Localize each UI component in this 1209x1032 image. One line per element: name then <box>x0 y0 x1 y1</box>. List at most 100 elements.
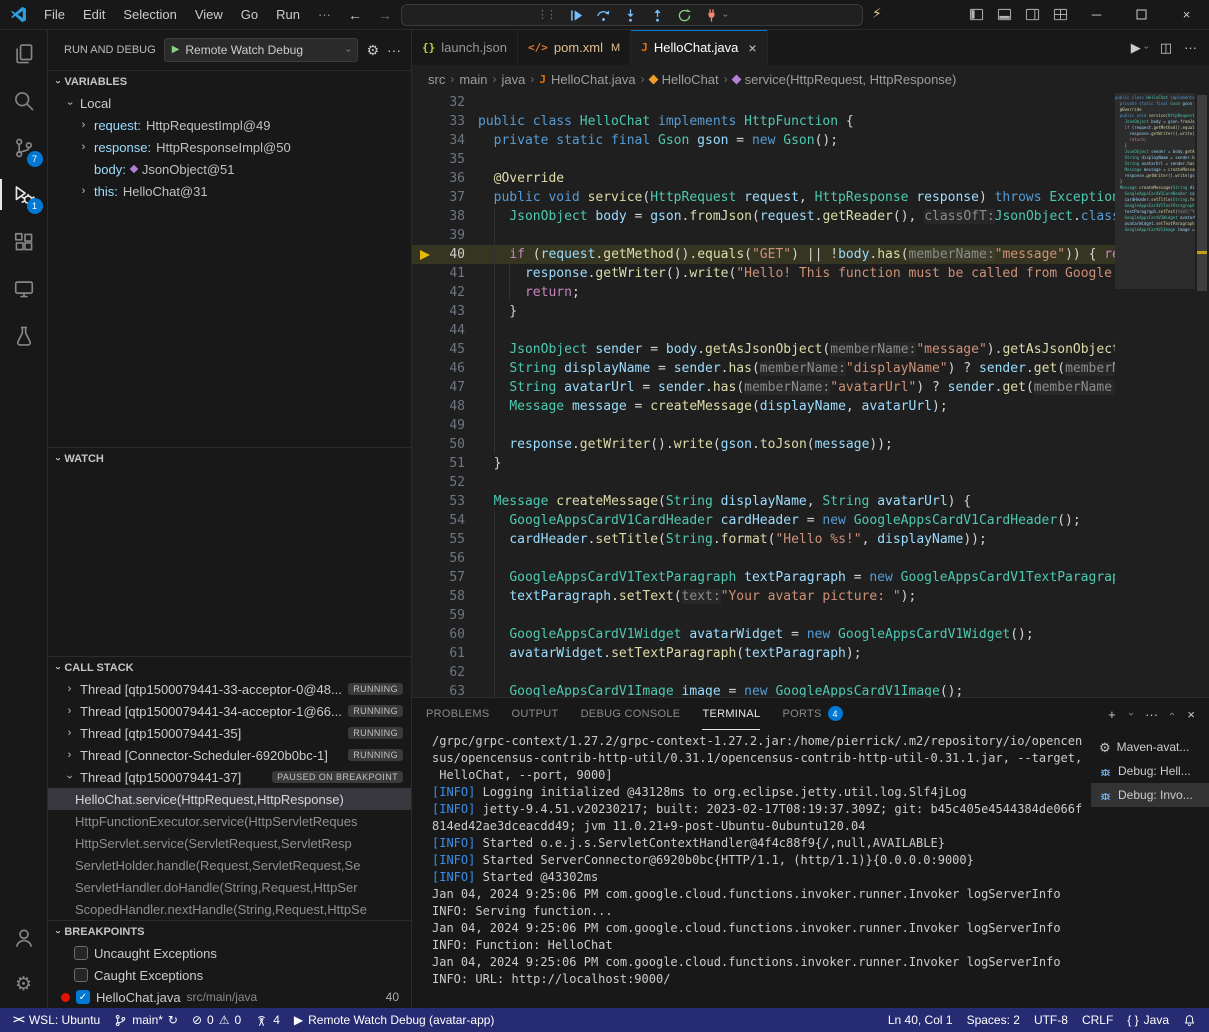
code-line-33[interactable]: 33public class HelloChat implements Http… <box>412 112 1115 131</box>
code-line-35[interactable]: 35 <box>412 150 1115 169</box>
launch-config-dropdown[interactable]: ▶ Remote Watch Debug › <box>164 38 359 62</box>
breadcrumb-item[interactable]: main <box>459 72 487 87</box>
gutter[interactable]: 32 <box>412 93 478 112</box>
views-more-actions-icon[interactable]: ··· <box>387 43 401 57</box>
close-tab-icon[interactable]: × <box>748 40 756 56</box>
activity-source-control[interactable]: 7 <box>0 124 48 171</box>
code-line-39[interactable]: 39 <box>412 226 1115 245</box>
toggle-primary-sidebar-button[interactable] <box>962 0 990 30</box>
code-area[interactable]: 3233public class HelloChat implements Ht… <box>412 93 1115 697</box>
code-line-48[interactable]: 48 Message message = createMessage(displ… <box>412 397 1115 416</box>
panel-more-actions-button[interactable]: ··· <box>1145 708 1158 721</box>
call-stack-thread[interactable]: ›Thread [qtp1500079441-34-acceptor-1@66.… <box>48 700 411 722</box>
debug-continue-button[interactable] <box>566 5 586 25</box>
gutter[interactable]: 45 <box>412 340 478 359</box>
close-panel-button[interactable]: × <box>1187 708 1195 721</box>
gutter[interactable]: 56 <box>412 549 478 568</box>
variable-row[interactable]: ›response:HttpResponseImpl@50 <box>48 136 411 158</box>
code-line-38[interactable]: 38 JsonObject body = gson.fromJson(reque… <box>412 207 1115 226</box>
eol[interactable]: CRLF <box>1075 1008 1120 1032</box>
debug-settings-gear-icon[interactable]: ⚙ <box>366 43 379 57</box>
breadcrumb-item[interactable]: java <box>502 72 526 87</box>
gutter[interactable]: 60 <box>412 625 478 644</box>
breakpoint-row[interactable]: Uncaught Exceptions <box>48 942 411 964</box>
git-branch[interactable]: main*↻ <box>107 1008 185 1032</box>
minimize-button[interactable]: ─ <box>1074 0 1119 30</box>
new-terminal-button[interactable]: + <box>1108 708 1116 721</box>
panel-tab-problems[interactable]: PROBLEMS <box>426 698 490 730</box>
code-line-59[interactable]: 59 <box>412 606 1115 625</box>
breakpoint-row[interactable]: Caught Exceptions <box>48 964 411 986</box>
nav-back-button[interactable]: ← <box>340 7 370 23</box>
start-debug-icon[interactable]: ▶ <box>172 45 180 55</box>
gutter[interactable]: 59 <box>412 606 478 625</box>
activity-settings[interactable]: ⚙ <box>0 961 48 1008</box>
code-line-36[interactable]: 36 @Override <box>412 169 1115 188</box>
tab-pom.xml[interactable]: </>pom.xmlM <box>518 30 631 65</box>
code-line-34[interactable]: 34 private static final Gson gson = new … <box>412 131 1115 150</box>
variable-row[interactable]: ›request:HttpRequestImpl@49 <box>48 114 411 136</box>
call-stack-section-header[interactable]: ›CALL STACK <box>48 656 411 678</box>
call-stack-thread[interactable]: ›Thread [qtp1500079441-35]RUNNING <box>48 722 411 744</box>
call-stack-frame[interactable]: HttpFunctionExecutor.service(HttpServlet… <box>48 810 411 832</box>
call-stack-thread[interactable]: ›Thread [Connector-Scheduler-6920b0bc-1]… <box>48 744 411 766</box>
hot-code-replace-button[interactable]: ⚡ <box>872 6 882 20</box>
maximize-panel-button[interactable]: › <box>1168 712 1178 715</box>
customize-layout-button[interactable] <box>1046 0 1074 30</box>
gutter[interactable]: 38 <box>412 207 478 226</box>
breadcrumb-item[interactable]: service(HttpRequest, HttpResponse) <box>733 72 957 87</box>
activity-run-debug[interactable]: 1 <box>0 171 48 218</box>
breakpoint-checkbox[interactable]: ✓ <box>76 990 90 1004</box>
panel-tab-ports[interactable]: PORTS4 <box>782 698 842 730</box>
minimap[interactable]: public class HelloChat implements HttpFu… <box>1115 93 1195 697</box>
gutter[interactable]: 44 <box>412 321 478 340</box>
debug-session[interactable]: ▶Remote Watch Debug (avatar-app) <box>287 1008 502 1032</box>
code-line-46[interactable]: 46 String displayName = sender.has(membe… <box>412 359 1115 378</box>
call-stack-thread[interactable]: ›Thread [qtp1500079441-37]PAUSED ON BREA… <box>48 766 411 788</box>
call-stack-frame[interactable]: HelloChat.service(HttpRequest,HttpRespon… <box>48 788 411 810</box>
toggle-panel-button[interactable] <box>990 0 1018 30</box>
gutter[interactable]: 53 <box>412 492 478 511</box>
code-line-42[interactable]: 42 return; <box>412 283 1115 302</box>
gutter[interactable]: 58 <box>412 587 478 606</box>
breakpoint-row[interactable]: ✓HelloChat.javasrc/main/java40 <box>48 986 411 1008</box>
activity-account[interactable] <box>0 914 48 961</box>
terminal-dropdown-icon[interactable]: › <box>1125 712 1135 715</box>
call-stack-thread[interactable]: ›Thread [qtp1500079441-33-acceptor-0@48.… <box>48 678 411 700</box>
code-line-32[interactable]: 32 <box>412 93 1115 112</box>
gutter[interactable]: 41 <box>412 264 478 283</box>
gutter[interactable]: 36 <box>412 169 478 188</box>
gutter[interactable]: 57 <box>412 568 478 587</box>
command-center[interactable]: ⋮⋮ › <box>401 4 863 26</box>
gutter[interactable]: 39 <box>412 226 478 245</box>
breadcrumb-item[interactable]: JHelloChat.java <box>539 72 635 87</box>
code-line-37[interactable]: 37 public void service(HttpRequest reque… <box>412 188 1115 207</box>
code-line-43[interactable]: 43 } <box>412 302 1115 321</box>
gutter[interactable]: 34 <box>412 131 478 150</box>
gutter[interactable]: 50 <box>412 435 478 454</box>
code-line-61[interactable]: 61 avatarWidget.setTextParagraph(textPar… <box>412 644 1115 663</box>
activity-explorer[interactable] <box>0 30 48 77</box>
code-line-54[interactable]: 54 GoogleAppsCardV1CardHeader cardHeader… <box>412 511 1115 530</box>
gutter[interactable]: 33 <box>412 112 478 131</box>
breakpoints-section-header[interactable]: ›BREAKPOINTS <box>48 920 411 942</box>
code-line-57[interactable]: 57 GoogleAppsCardV1TextParagraph textPar… <box>412 568 1115 587</box>
gutter[interactable]: 49 <box>412 416 478 435</box>
step-over-button[interactable] <box>593 5 613 25</box>
code-line-51[interactable]: 51 } <box>412 454 1115 473</box>
gutter[interactable]: 40 <box>412 245 478 264</box>
breakpoint-checkbox[interactable] <box>74 946 88 960</box>
close-window-button[interactable]: × <box>1164 0 1209 30</box>
code-editor[interactable]: 3233public class HelloChat implements Ht… <box>412 93 1209 697</box>
gutter[interactable]: 37 <box>412 188 478 207</box>
editor-scrollbar[interactable] <box>1195 93 1209 697</box>
indentation[interactable]: Spaces: 2 <box>960 1008 1027 1032</box>
gutter[interactable]: 48 <box>412 397 478 416</box>
encoding[interactable]: UTF-8 <box>1027 1008 1075 1032</box>
code-line-62[interactable]: 62 <box>412 663 1115 682</box>
ports-forwarded[interactable]: 4 <box>248 1008 287 1032</box>
menu-file[interactable]: File <box>35 7 74 22</box>
gutter[interactable]: 63 <box>412 682 478 697</box>
variable-row[interactable]: ›this:HelloChat@31 <box>48 180 411 202</box>
step-into-button[interactable] <box>620 5 640 25</box>
